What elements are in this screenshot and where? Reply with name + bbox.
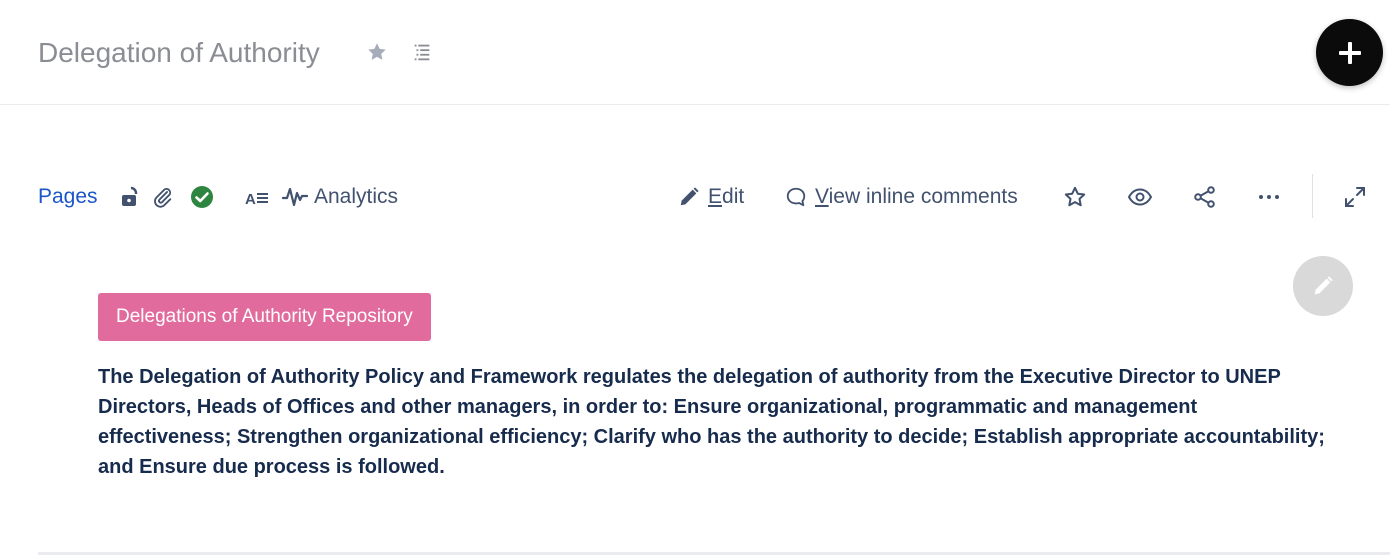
- pencil-icon: [680, 187, 699, 206]
- eye-icon[interactable]: [1127, 172, 1153, 222]
- check-circle-icon[interactable]: [190, 172, 214, 222]
- comment-icon: [786, 187, 806, 207]
- toolbar-divider: [1312, 174, 1313, 218]
- view-inline-comments-label: View inline comments: [815, 185, 1018, 208]
- page-title: Delegation of Authority: [38, 37, 320, 68]
- floating-edit-button[interactable]: [1293, 256, 1353, 316]
- analytics-button[interactable]: Analytics: [282, 172, 398, 222]
- fullscreen-icon[interactable]: [1343, 172, 1367, 222]
- outline-list-icon[interactable]: [410, 40, 434, 64]
- analytics-label: Analytics: [314, 185, 399, 208]
- plus-icon: [1338, 41, 1361, 64]
- content-divider: [38, 552, 1390, 555]
- svg-text:A: A: [245, 191, 256, 208]
- edit-label: Edit: [708, 185, 745, 208]
- star-icon[interactable]: [365, 40, 389, 64]
- page-header: Delegation of Authority: [0, 0, 1390, 105]
- paperclip-icon[interactable]: [152, 172, 174, 222]
- unlocked-lock-icon[interactable]: [120, 172, 142, 222]
- pages-link[interactable]: Pages: [38, 172, 98, 222]
- analytics-icon: [282, 187, 308, 207]
- page-toolbar: Pages A Analytics Edit View inline comme…: [0, 172, 1390, 222]
- pencil-icon: [1314, 276, 1333, 295]
- star-outline-icon[interactable]: [1063, 172, 1087, 222]
- page-body-text: The Delegation of Authority Policy and F…: [98, 366, 1325, 478]
- share-icon[interactable]: [1193, 172, 1217, 222]
- edit-button[interactable]: Edit: [678, 172, 744, 222]
- create-button[interactable]: [1316, 19, 1383, 86]
- more-icon[interactable]: [1257, 172, 1281, 222]
- repository-badge[interactable]: Delegations of Authority Repository: [98, 293, 431, 341]
- view-inline-comments-button[interactable]: View inline comments: [785, 172, 1018, 222]
- text-format-icon[interactable]: A: [244, 172, 270, 222]
